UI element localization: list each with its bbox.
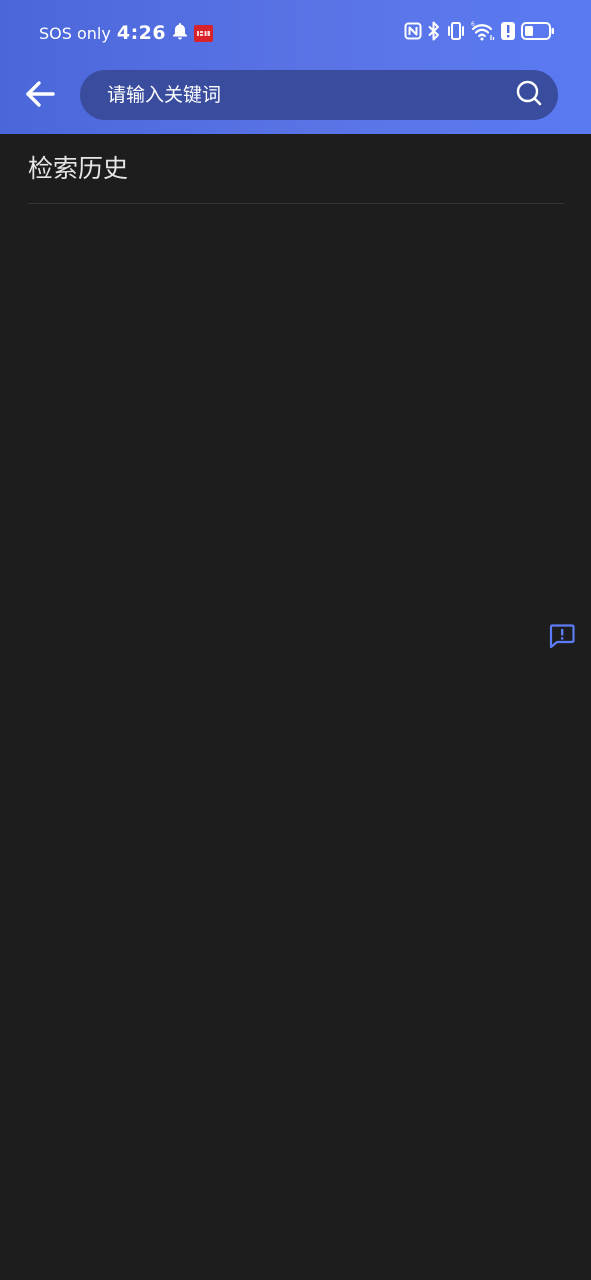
svg-text:6: 6 [471,21,475,28]
wifi-6-icon: 6 [471,21,495,46]
app-notification-badge-icon [194,24,214,42]
battery-icon [521,21,555,46]
bell-icon [172,22,188,45]
bluetooth-icon [427,21,441,46]
search-box [80,70,558,120]
back-button[interactable] [18,76,62,116]
carrier-status: SOS only [39,23,111,43]
feedback-button[interactable] [547,623,577,653]
history-divider [28,203,564,204]
nfc-icon [404,22,422,45]
status-left: SOS only 4:26 [39,20,214,46]
clock-time: 4:26 [116,22,167,44]
search-toolbar [0,66,591,134]
alert-icon [500,21,516,46]
search-icon [515,79,543,112]
status-right: 6 [404,21,555,45]
vibrate-icon [446,21,466,46]
app-header: SOS only 4:26 6 请输入关键词 [0,0,591,134]
search-input[interactable] [107,70,507,120]
status-bar: SOS only 4:26 6 [0,0,591,66]
search-button[interactable] [514,80,544,110]
arrow-left-icon [24,80,56,113]
search-history-title: 检索历史 [28,154,129,183]
feedback-icon [548,622,576,655]
